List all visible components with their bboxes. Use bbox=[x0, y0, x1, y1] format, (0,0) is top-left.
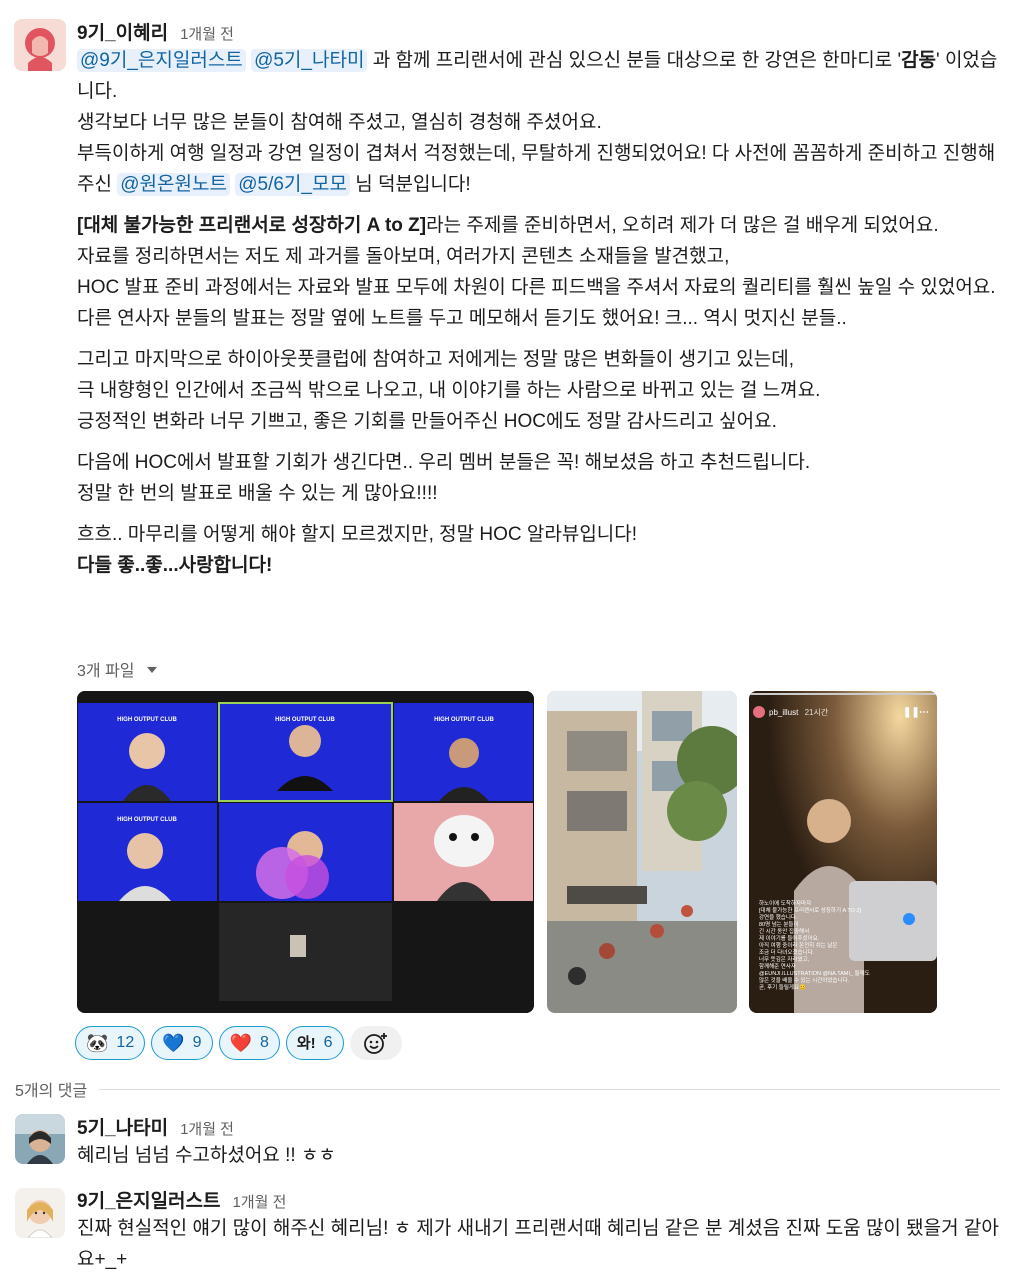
commenter-avatar[interactable] bbox=[15, 1188, 65, 1238]
red-heart-icon: ❤️ bbox=[229, 1033, 252, 1053]
story-caption-line: 조금 더 다녀오겠습니다. bbox=[759, 950, 815, 956]
story-caption-line: [대체 불가능한 프리랜서로 성장하기 A TO Z] bbox=[759, 908, 862, 914]
story-caption: 하노이에 도착하자마자 [대체 불가능한 프리랜서로 성장하기 A TO Z] 강연… bbox=[759, 901, 889, 992]
story-caption-line: 하노이에 도착하자마자 bbox=[759, 901, 812, 907]
commenter-name[interactable]: 9기_은지일러스트 bbox=[77, 1186, 221, 1213]
replies-divider: 5개의 댓글 bbox=[15, 1077, 1000, 1101]
add-reaction-button[interactable] bbox=[349, 1026, 402, 1060]
reaction-count: 12 bbox=[116, 1034, 135, 1051]
post-paragraph: 생각보다 너무 많은 분들이 참여해 주셨고, 열심히 경청해 주셨어요. bbox=[77, 112, 602, 133]
zoom-tile-label: HIGH OUTPUT CLUB bbox=[275, 717, 335, 723]
post-paragraph: [대체 불가능한 프리랜서로 성장하기 A to Z]라는 주제를 준비하면서,… bbox=[77, 215, 939, 236]
divider bbox=[99, 1088, 1000, 1090]
story-caption-line: 함께해준 연사자 bbox=[759, 964, 796, 970]
comment-text: 혜리님 넘넘 수고하셨어요 !! ㅎㅎ bbox=[77, 1145, 336, 1166]
post-paragraph: 흐흐.. 마무리를 어떻게 해야 할지 모르겠지만, 정말 HOC 알라뷰입니다… bbox=[77, 524, 638, 545]
svg-text:❚❚: ❚❚ bbox=[903, 707, 920, 718]
post-paragraph: 다른 연사자 분들의 발표는 정말 옆에 노트를 두고 메모해서 듣기도 했어요… bbox=[77, 308, 847, 329]
story-caption-line: 80명 넘는 분들이 bbox=[759, 922, 799, 928]
story-caption-line: 제 이야기를 들어주셨어요. bbox=[759, 936, 820, 942]
panda-icon: 🐼 bbox=[86, 1033, 109, 1053]
author-avatar[interactable] bbox=[14, 19, 66, 71]
post-paragraph: 자료를 정리하면서는 저도 제 과거를 돌아보며, 여러가지 콘텐츠 소재들을 … bbox=[77, 246, 730, 267]
caret-down-icon bbox=[146, 667, 157, 673]
zoom-tile-label: HIGH OUTPUT CLUB bbox=[117, 717, 177, 723]
zoom-tile-label: HIGH OUTPUT CLUB bbox=[117, 817, 177, 823]
post-paragraph: 극 내향형인 인간에서 조금씩 밖으로 나오고, 내 이야기를 하는 사람으로 … bbox=[77, 380, 821, 401]
story-time: 21시간 bbox=[804, 708, 829, 717]
post-paragraph: 다들 좋..좋...사랑합니다! bbox=[77, 555, 273, 576]
reaction-count: 9 bbox=[192, 1034, 202, 1051]
files-toggle[interactable]: 3개 파일 bbox=[77, 657, 157, 681]
blue-heart-icon: 💙 bbox=[162, 1033, 185, 1053]
reaction-panda[interactable]: 🐼 12 bbox=[75, 1026, 146, 1060]
reaction-blue-heart[interactable]: 💙 9 bbox=[151, 1026, 213, 1060]
story-username: pb_illust bbox=[769, 708, 799, 717]
post-paragraph: 그리고 마지막으로 하이아웃풋클럽에 참여하고 저에게는 정말 많은 변화들이 … bbox=[77, 349, 795, 370]
replies-count[interactable]: 5개의 댓글 bbox=[15, 1077, 87, 1101]
mention-link[interactable]: @9기_은지일러스트 bbox=[77, 49, 246, 72]
story-caption-line: 너무 뜻깊은 자리였고, bbox=[759, 957, 810, 963]
comment-timestamp[interactable]: 1개월 전 bbox=[233, 1191, 287, 1212]
wow-text-icon: 와! bbox=[296, 1034, 316, 1052]
zoom-tile-label: HIGH OUTPUT CLUB bbox=[434, 717, 494, 723]
reaction-count: 6 bbox=[323, 1034, 333, 1051]
story-caption-line: 아직 여행 중이라 온전히 쉬는 날은 bbox=[759, 943, 838, 949]
post-paragraph: 긍정적인 변화라 너무 기쁘고, 좋은 기회를 만들어주신 HOC에도 정말 감… bbox=[77, 411, 777, 432]
reaction-red-heart[interactable]: ❤️ 8 bbox=[218, 1026, 280, 1060]
story-caption-line: 강연을 했습니다. bbox=[759, 915, 798, 921]
post-paragraph: @9기_은지일러스트 @5기_나타미 과 함께 프리랜서에 관심 있으신 분들 … bbox=[77, 49, 998, 102]
mention-link[interactable]: @5/6기_모모 bbox=[235, 173, 350, 196]
commenter-avatar[interactable] bbox=[15, 1114, 65, 1164]
mention-link[interactable]: @원온원노트 bbox=[117, 173, 230, 196]
instagram-story-image[interactable]: ❚❚ ⋯ pb_illust 21시간 하노이에 도착하자마자 [대체 불가능한 … bbox=[749, 691, 937, 1013]
add-emoji-icon bbox=[363, 1033, 387, 1054]
street-photo-image[interactable] bbox=[547, 691, 737, 1013]
story-caption-line: 긴 시간 동안 집중해서 bbox=[759, 929, 810, 935]
story-caption-line: @EUNJI.ILLUSTRATION @NA.TAMI_ 들께도 bbox=[759, 971, 870, 977]
post-paragraph: 다음에 HOC에서 발표할 기회가 생긴다면.. 우리 멤버 분들은 꼭! 해보… bbox=[77, 452, 811, 473]
post-paragraph: HOC 발표 준비 과정에서는 자료와 발표 모두에 차원이 다른 피드백을 주… bbox=[77, 277, 996, 298]
post-paragraph: 정말 한 번의 발표로 배울 수 있는 게 많아요!!!! bbox=[77, 483, 438, 504]
mention-link[interactable]: @5기_나타미 bbox=[251, 49, 368, 72]
commenter-name[interactable]: 5기_나타미 bbox=[77, 1113, 168, 1140]
author-name[interactable]: 9기_이혜리 bbox=[77, 18, 168, 45]
reaction-wow[interactable]: 와! 6 bbox=[285, 1026, 344, 1060]
reaction-count: 8 bbox=[259, 1034, 269, 1051]
story-caption-line: 많은 것을 배울 수 있는 시간이었습니다. bbox=[759, 978, 850, 984]
svg-text:⋯: ⋯ bbox=[919, 707, 929, 718]
story-caption-line: 곧, 후기 들릴게요😊 bbox=[759, 985, 806, 991]
comment-timestamp[interactable]: 1개월 전 bbox=[180, 1118, 234, 1139]
post-timestamp[interactable]: 1개월 전 bbox=[180, 23, 234, 44]
post-paragraph: 부득이하게 여행 일정과 강연 일정이 겹쳐서 걱정했는데, 무탈하게 진행되었… bbox=[77, 143, 996, 196]
zoom-call-image[interactable]: HIGH OUTPUT CLUB HIGH OUTPUT CLUB HIGH O… bbox=[77, 691, 534, 1013]
comment-text: 진짜 현실적인 얘기 많이 해주신 혜리님! ㅎ 제가 새내기 프리랜서때 혜리… bbox=[77, 1218, 999, 1270]
post-body: @9기_은지일러스트 @5기_나타미 과 함께 프리랜서에 관심 있으신 분들 … bbox=[77, 45, 1007, 581]
reactions-bar: 🐼 12 💙 9 ❤️ 8 와! 6 bbox=[75, 1026, 402, 1060]
